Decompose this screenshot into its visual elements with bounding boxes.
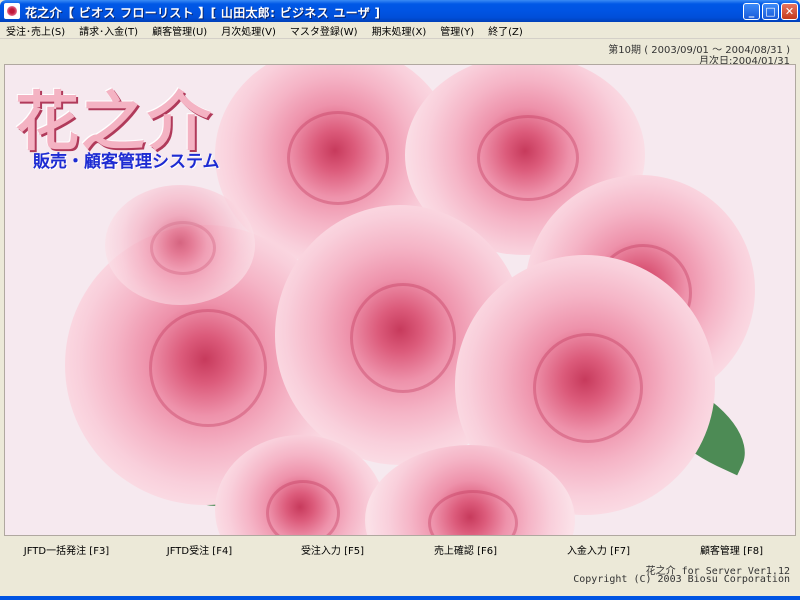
menu-admin[interactable]: 管理(Y) — [440, 23, 474, 38]
fkey-f5-order-entry[interactable]: 受注入力 [F5] — [266, 542, 399, 557]
menu-bar: 受注･売上(S) 請求･入金(T) 顧客管理(U) 月次処理(V) マスタ登録(… — [0, 22, 800, 38]
menu-customer-management[interactable]: 顧客管理(U) — [152, 23, 207, 38]
app-flower-icon[interactable] — [4, 3, 20, 19]
status-bar: 花之介 for Server Ver1.12 Copyright (C) 200… — [0, 562, 800, 600]
info-bar: 第10期 ( 2003/09/01 ～ 2004/08/31 ) 月次日:200… — [0, 38, 800, 67]
menu-master-registration[interactable]: マスタ登録(W) — [290, 23, 358, 38]
app-logo-subtitle: 販売・顧客管理システム — [33, 152, 220, 172]
rose-image — [105, 185, 255, 305]
fkey-f8-customer-management[interactable]: 顧客管理 [F8] — [665, 542, 798, 557]
title-bar[interactable]: 花之介【 ビオス フローリスト 】[ 山田太郎: ビジネス ユーザ ] _ □ … — [0, 0, 800, 22]
fkey-f7-payment-entry[interactable]: 入金入力 [F7] — [532, 542, 665, 557]
window-title: 花之介【 ビオス フローリスト 】[ 山田太郎: ビジネス ユーザ ] — [25, 6, 381, 20]
maximize-button[interactable]: □ — [762, 3, 779, 20]
menu-orders-sales[interactable]: 受注･売上(S) — [6, 23, 65, 38]
menu-period-end[interactable]: 期末処理(X) — [372, 23, 427, 38]
minimize-button[interactable]: _ — [743, 3, 760, 20]
copyright-text: Copyright (C) 2003 Biosu Corporation — [573, 574, 790, 585]
close-button[interactable]: ✕ — [781, 3, 798, 20]
window-bottom-border — [0, 596, 800, 600]
fkey-f3-jftd-bulk-order[interactable]: JFTD一括発注 [F3] — [0, 542, 133, 557]
main-background-image: 花之介 販売・顧客管理システム — [4, 64, 796, 536]
fkey-f6-sales-check[interactable]: 売上確認 [F6] — [399, 542, 532, 557]
menu-billing-payment[interactable]: 請求･入金(T) — [79, 23, 138, 38]
menu-exit[interactable]: 終了(Z) — [488, 23, 523, 38]
function-key-bar: JFTD一括発注 [F3] JFTD受注 [F4] 受注入力 [F5] 売上確認… — [0, 536, 800, 562]
menu-monthly-processing[interactable]: 月次処理(V) — [221, 23, 276, 38]
fkey-f4-jftd-receive[interactable]: JFTD受注 [F4] — [133, 542, 266, 557]
